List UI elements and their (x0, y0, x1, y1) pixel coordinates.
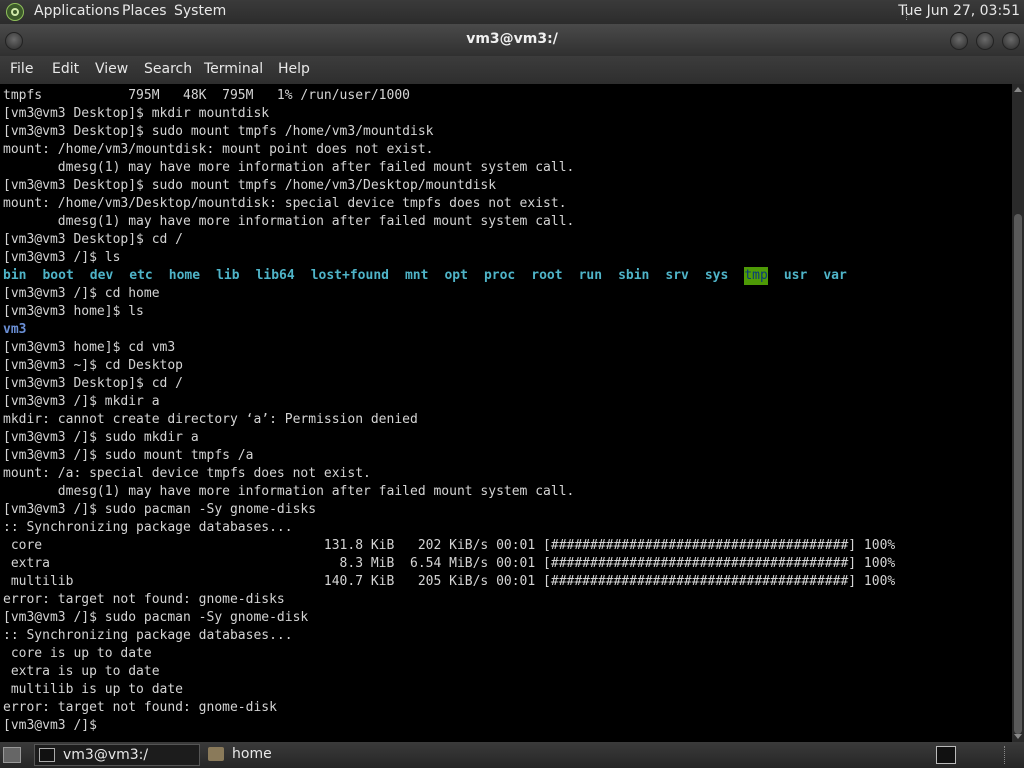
menu-file[interactable]: File (10, 61, 33, 77)
terminal-line: [vm3@vm3 home]$ cd vm3 (3, 340, 176, 355)
scroll-up-arrow-icon[interactable] (1014, 87, 1022, 92)
terminal-line: [vm3@vm3 /]$ sudo mkdir a (3, 430, 199, 445)
window-titlebar[interactable]: vm3@vm3:/ (0, 24, 1024, 56)
terminal-line: dmesg(1) may have more information after… (3, 160, 575, 175)
terminal-icon (39, 748, 55, 762)
menu-view[interactable]: View (95, 61, 128, 77)
taskbar-item-terminal[interactable]: vm3@vm3:/ (34, 744, 200, 766)
ls-entry: lib64 (255, 268, 295, 283)
terminal-line: :: Synchronizing package databases... (3, 628, 293, 643)
places-menu[interactable]: Places (122, 3, 167, 19)
terminal-line: mkdir: cannot create directory ‘a’: Perm… (3, 412, 418, 427)
terminal-line: mount: /home/vm3/Desktop/mountdisk: spec… (3, 196, 567, 211)
applications-menu[interactable]: Applications (34, 3, 120, 19)
ls-entry: home (168, 268, 201, 283)
terminal-line: dmesg(1) may have more information after… (3, 214, 575, 229)
menu-search[interactable]: Search (144, 61, 192, 77)
ls-entry: sys (704, 268, 729, 283)
ls-entry: dev (89, 268, 114, 283)
terminal-lines: tmpfs 795M 48K 795M 1% /run/user/1000 [v… (3, 87, 895, 735)
terminal-line: multilib 140.7 KiB 205 KiB/s 00:01 [####… (3, 574, 896, 589)
terminal-line: core is up to date (3, 646, 152, 661)
terminal-scrollbar[interactable] (1012, 84, 1024, 742)
ls-entry: srv (665, 268, 689, 283)
terminal-line: [vm3@vm3 Desktop]$ cd / (3, 376, 184, 391)
terminal-line: [vm3@vm3 /]$ sudo pacman -Sy gnome-disks (3, 502, 317, 517)
terminal-line: [vm3@vm3 /]$ sudo mount tmpfs /a (3, 448, 254, 463)
terminal-line: [vm3@vm3 ~]$ cd Desktop (3, 358, 184, 373)
system-menu[interactable]: System (174, 3, 226, 19)
menu-help[interactable]: Help (278, 61, 310, 77)
bottom-panel: vm3@vm3:/ home (0, 742, 1024, 768)
menu-edit[interactable]: Edit (52, 61, 79, 77)
terminal-line: extra 8.3 MiB 6.54 MiB/s 00:01 [########… (3, 556, 896, 571)
maximize-button[interactable] (976, 32, 994, 50)
terminal-line: dmesg(1) may have more information after… (3, 484, 575, 499)
terminal-line: [vm3@vm3 Desktop]$ sudo mount tmpfs /hom… (3, 124, 434, 139)
ls-entry: boot (42, 268, 74, 283)
terminal-line: [vm3@vm3 /]$ ls (3, 250, 121, 265)
ls-entry: opt (444, 268, 468, 283)
terminal-line: extra is up to date (3, 664, 160, 679)
ls-entry: vm3 (3, 322, 27, 337)
terminal-line: [vm3@vm3 home]$ ls (3, 304, 144, 319)
folder-icon (208, 747, 224, 761)
ls-entry: etc (129, 268, 153, 283)
scrollbar-thumb[interactable] (1014, 214, 1022, 734)
ls-entry: mnt (404, 268, 429, 283)
ls-root-output: bin boot dev etc home lib lib64 lost+found mnt op… (3, 267, 895, 285)
ls-entry: lost+found (310, 268, 389, 283)
tray-separator (1004, 746, 1006, 764)
terminal-prompt-line[interactable]: [vm3@vm3 /]$ (3, 717, 895, 735)
ls-entry: root (531, 268, 563, 283)
ls-entry: var (823, 268, 847, 283)
terminal-line: core 131.8 KiB 202 KiB/s 00:01 [########… (3, 538, 896, 553)
ls-entry: bin (3, 268, 27, 283)
close-button[interactable] (1002, 32, 1020, 50)
terminal-line: multilib is up to date (3, 682, 184, 697)
ls-home-output: vm3 (3, 321, 895, 339)
taskbar-item-home[interactable]: home (204, 744, 370, 766)
terminal-menubar: File Edit View Search Terminal Help (0, 56, 1024, 84)
terminal-line: [vm3@vm3 Desktop]$ cd / (3, 232, 184, 247)
ls-entry: usr (783, 268, 808, 283)
mint-logo-icon[interactable] (6, 3, 24, 21)
terminal-line: :: Synchronizing package databases... (3, 520, 293, 535)
terminal-line: error: target not found: gnome-disks (3, 592, 285, 607)
terminal-line: [vm3@vm3 /]$ sudo pacman -Sy gnome-disk (3, 610, 309, 625)
tray-terminal-icon[interactable] (936, 746, 956, 764)
terminal-output[interactable]: tmpfs 795M 48K 795M 1% /run/user/1000 [v… (0, 84, 1012, 742)
scroll-down-arrow-icon[interactable] (1014, 734, 1022, 739)
ls-entry: run (578, 268, 603, 283)
ls-entry: proc (483, 268, 516, 283)
minimize-button[interactable] (950, 32, 968, 50)
ls-entry: lib (216, 268, 240, 283)
window-title: vm3@vm3:/ (466, 31, 558, 47)
terminal-line: tmpfs 795M 48K 795M 1% /run/user/1000 (3, 88, 410, 103)
ls-entry-tmp: tmp (744, 267, 768, 285)
terminal-line: [vm3@vm3 /]$ mkdir a (3, 394, 160, 409)
terminal-line: error: target not found: gnome-disk (3, 700, 277, 715)
terminal-line: [vm3@vm3 Desktop]$ sudo mount tmpfs /hom… (3, 178, 497, 193)
terminal-line: mount: /home/vm3/mountdisk: mount point … (3, 142, 434, 157)
terminal-line: mount: /a: special device tmpfs does not… (3, 466, 371, 481)
clock[interactable]: Tue Jun 27, 03:51 (898, 3, 1020, 19)
show-desktop-icon[interactable] (3, 747, 21, 763)
menu-terminal[interactable]: Terminal (204, 61, 263, 77)
terminal-line: [vm3@vm3 /]$ cd home (3, 286, 160, 301)
taskbar-item-label: vm3@vm3:/ (63, 747, 149, 763)
ls-entry: sbin (618, 268, 650, 283)
top-panel: Applications Places System Tue Jun 27, 0… (0, 0, 1024, 24)
terminal-line: [vm3@vm3 Desktop]$ mkdir mountdisk (3, 106, 270, 121)
taskbar-item-label: home (232, 746, 272, 762)
